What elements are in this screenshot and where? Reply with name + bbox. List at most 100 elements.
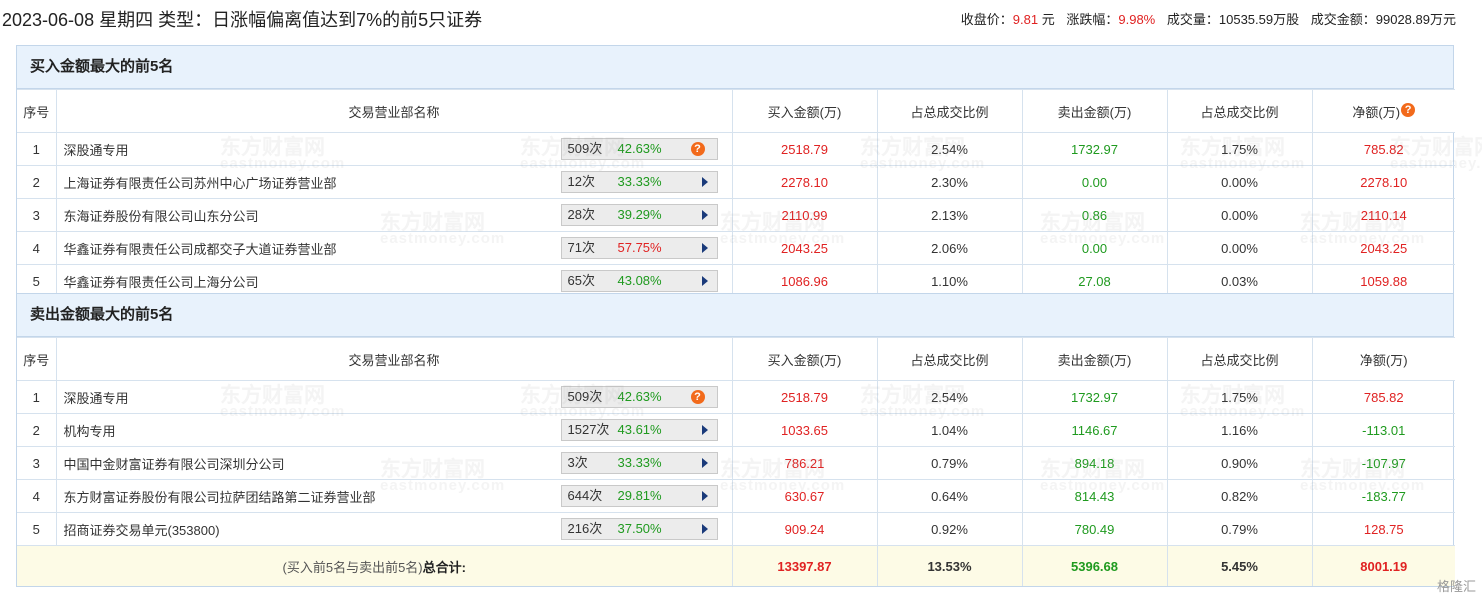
sell-row: 5 招商证券交易单元(353800) 216次 37.50% 909.24 0.92% 78… xyxy=(17,512,1455,546)
sell-ratio: 0.00% xyxy=(1166,231,1313,265)
row-index: 4 xyxy=(17,479,57,513)
branch-stats-badge[interactable]: 644次 29.81% xyxy=(560,485,718,507)
branch-name-cell: 深股通专用 509次 42.63%? xyxy=(55,380,733,414)
col-index: 序号 xyxy=(17,337,57,381)
play-arrow-icon[interactable] xyxy=(701,210,708,220)
net-amount: 2043.25 xyxy=(1311,231,1455,265)
total-buy-ratio: 13.53% xyxy=(876,545,1023,586)
branch-name-cell: 机构专用 1527次 43.61% xyxy=(55,413,733,447)
question-icon[interactable]: ? xyxy=(1401,103,1416,118)
sell-amount: 1732.97 xyxy=(1021,380,1168,414)
win-rate: 43.61% xyxy=(617,422,662,437)
buy-table: 序号 交易营业部名称 买入金额(万) 占总成交比例 卖出金额(万) 占总成交比例… xyxy=(17,89,1455,297)
row-index: 4 xyxy=(17,231,57,265)
listing-count: 509次 xyxy=(567,389,603,404)
listing-count: 28次 xyxy=(567,207,595,222)
question-icon[interactable]: ? xyxy=(690,390,705,404)
buy-amount: 909.24 xyxy=(731,512,878,546)
branch-stats-badge[interactable]: 216次 37.50% xyxy=(560,518,718,540)
branch-name-link[interactable]: 机构专用 xyxy=(64,424,116,439)
branch-name-link[interactable]: 东方财富证券股份有限公司拉萨团结路第二证券营业部 xyxy=(64,490,376,505)
branch-name-link[interactable]: 深股通专用 xyxy=(64,143,129,158)
col-net-label: 净额(万) xyxy=(1352,104,1401,120)
sell-header-row: 序号 交易营业部名称 买入金额(万) 占总成交比例 卖出金额(万) 占总成交比例… xyxy=(17,337,1455,381)
win-rate: 57.75% xyxy=(617,240,662,255)
buy-row: 2 上海证券有限责任公司苏州中心广场证券营业部 12次 33.33% 2278.10 2.… xyxy=(17,165,1455,199)
play-arrow-icon[interactable] xyxy=(701,491,708,501)
listing-count: 12次 xyxy=(567,174,595,189)
sell-ratio: 0.00% xyxy=(1166,198,1313,232)
branch-stats-badge[interactable]: 1527次 43.61% xyxy=(560,419,718,441)
win-rate: 42.63% xyxy=(617,389,662,404)
col-sell-amount: 卖出金额(万) xyxy=(1021,337,1168,381)
branch-name-link[interactable]: 深股通专用 xyxy=(64,391,129,406)
row-index: 2 xyxy=(17,413,57,447)
branch-stats-badge[interactable]: 71次 57.75% xyxy=(560,237,718,259)
buy-amount: 2043.25 xyxy=(731,231,878,265)
branch-name-link[interactable]: 华鑫证券有限责任公司上海分公司 xyxy=(64,275,259,290)
buy-amount: 630.67 xyxy=(731,479,878,513)
amount-value: 99028.89万元 xyxy=(1375,12,1456,27)
sell-row: 4 东方财富证券股份有限公司拉萨团结路第二证券营业部 644次 29.81% 630.6… xyxy=(17,479,1455,513)
sell-amount: 0.00 xyxy=(1021,231,1168,265)
branch-name-link[interactable]: 华鑫证券有限责任公司成都交子大道证券营业部 xyxy=(64,242,337,257)
play-arrow-icon[interactable] xyxy=(701,524,708,534)
change-label: 涨跌幅： xyxy=(1066,12,1119,27)
branch-name-link[interactable]: 中国中金财富证券有限公司深圳分公司 xyxy=(64,457,285,472)
branch-stats-badge[interactable]: 3次 33.33% xyxy=(560,452,718,474)
branch-stats-badge[interactable]: 28次 39.29% xyxy=(560,204,718,226)
branch-stats-badge[interactable]: 12次 33.33% xyxy=(560,171,718,193)
branch-stats-badge[interactable]: 65次 43.08% xyxy=(560,270,718,292)
listing-count: 509次 xyxy=(567,141,603,156)
branch-name-cell: 上海证券有限责任公司苏州中心广场证券营业部 12次 33.33% xyxy=(55,165,733,199)
total-sell-ratio: 5.45% xyxy=(1166,545,1313,586)
sell-amount: 1146.67 xyxy=(1021,413,1168,447)
net-amount: 785.82 xyxy=(1311,380,1455,414)
row-index: 3 xyxy=(17,198,57,232)
buy-ratio: 2.06% xyxy=(876,231,1023,265)
listing-count: 644次 xyxy=(567,488,603,503)
win-rate: 42.63% xyxy=(617,141,662,156)
col-buy-amount: 买入金额(万) xyxy=(731,337,878,381)
net-amount: 128.75 xyxy=(1311,512,1455,546)
play-arrow-icon[interactable] xyxy=(701,458,708,468)
buy-ratio: 2.54% xyxy=(876,132,1023,166)
col-branch-name: 交易营业部名称 xyxy=(55,337,733,381)
branch-stats-badge[interactable]: 509次 42.63%? xyxy=(560,138,718,160)
net-amount: -113.01 xyxy=(1311,413,1455,447)
buy-section-title: 买入金额最大的前5名 xyxy=(17,46,1453,89)
buy-ratio: 0.79% xyxy=(876,446,1023,480)
net-amount: 2110.14 xyxy=(1311,198,1455,232)
listing-count: 65次 xyxy=(567,273,595,288)
play-arrow-icon[interactable] xyxy=(701,177,708,187)
branch-name-link[interactable]: 招商证券交易单元(353800) xyxy=(64,523,220,538)
sell-ratio: 1.75% xyxy=(1166,132,1313,166)
sell-top5-panel: 卖出金额最大的前5名 序号 交易营业部名称 买入金额(万) 占总成交比例 卖出金… xyxy=(16,293,1455,587)
net-amount: -107.97 xyxy=(1311,446,1455,480)
listing-count: 71次 xyxy=(567,240,595,255)
win-rate: 33.33% xyxy=(617,174,662,189)
total-net: 8001.19 xyxy=(1311,545,1455,586)
buy-amount: 786.21 xyxy=(731,446,878,480)
sell-section-title: 卖出金额最大的前5名 xyxy=(17,294,1453,337)
sell-amount: 0.00 xyxy=(1021,165,1168,199)
branch-name-link[interactable]: 东海证券股份有限公司山东分公司 xyxy=(64,209,259,224)
col-buy-amount: 买入金额(万) xyxy=(731,89,878,133)
branch-stats-badge[interactable]: 509次 42.63%? xyxy=(560,386,718,408)
close-label: 收盘价： xyxy=(960,12,1013,27)
sell-row: 1 深股通专用 509次 42.63%? 2518.79 2.54% 1732.97 1.75… xyxy=(17,380,1455,414)
branch-name-cell: 招商证券交易单元(353800) 216次 37.50% xyxy=(55,512,733,546)
sell-amount: 1732.97 xyxy=(1021,132,1168,166)
sell-ratio: 0.82% xyxy=(1166,479,1313,513)
row-index: 1 xyxy=(17,380,57,414)
play-arrow-icon[interactable] xyxy=(701,276,708,286)
col-buy-ratio: 占总成交比例 xyxy=(876,337,1023,381)
play-arrow-icon[interactable] xyxy=(701,425,708,435)
volume-label: 成交量： xyxy=(1166,12,1219,27)
close-value: 9.81 xyxy=(1012,12,1039,27)
branch-name-link[interactable]: 上海证券有限责任公司苏州中心广场证券营业部 xyxy=(64,176,337,191)
win-rate: 37.50% xyxy=(617,521,662,536)
play-arrow-icon[interactable] xyxy=(701,243,708,253)
question-icon[interactable]: ? xyxy=(690,142,705,156)
sell-amount: 814.43 xyxy=(1021,479,1168,513)
